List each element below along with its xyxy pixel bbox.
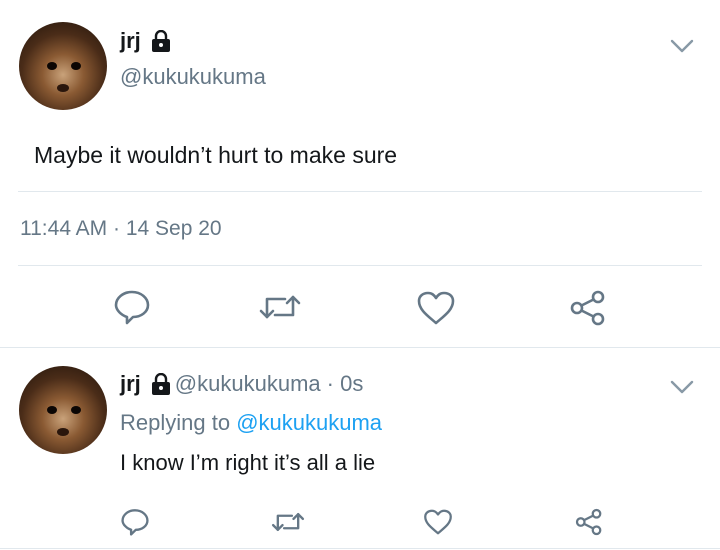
user-handle: @kukukukuma: [174, 371, 321, 396]
retweet-button[interactable]: [257, 291, 303, 323]
retweet-button[interactable]: [270, 509, 306, 535]
reply-button[interactable]: [120, 508, 150, 536]
avatar-eye-left: [47, 62, 57, 70]
display-name: jrj: [120, 28, 141, 53]
divider: [18, 191, 702, 192]
reply-author[interactable]: jrj @kukukukuma · 0s: [120, 371, 363, 397]
comment-icon: [113, 289, 151, 325]
time-ago: · 0s: [326, 371, 364, 396]
heart-icon: [416, 290, 456, 326]
avatar[interactable]: [19, 366, 107, 454]
user-handle[interactable]: @kukukukuma: [120, 64, 266, 90]
share-button[interactable]: [568, 289, 608, 327]
replying-to: Replying to @kukukukuma: [120, 410, 382, 436]
like-button[interactable]: [416, 290, 456, 326]
retweet-icon: [270, 509, 306, 535]
avatar-eye-right: [71, 406, 81, 414]
tweet-timestamp[interactable]: 11:44 AM · 14 Sep 20: [20, 217, 222, 241]
like-button[interactable]: [423, 508, 453, 536]
chevron-down-icon[interactable]: [670, 38, 694, 54]
avatar-eye-left: [47, 406, 57, 414]
reply-text: I know I’m right it’s all a lie: [120, 450, 376, 475]
avatar[interactable]: [19, 22, 107, 110]
heart-icon: [423, 508, 453, 536]
tweet-text: Maybe it wouldn’t hurt to make sure: [34, 142, 398, 168]
replying-handle-link[interactable]: @kukukukuma: [236, 410, 382, 435]
reply-button[interactable]: [113, 289, 151, 325]
lock-icon: [151, 373, 171, 395]
lock-icon: [151, 30, 171, 52]
comment-icon: [120, 508, 150, 536]
divider: [0, 347, 720, 348]
avatar-nose: [57, 428, 69, 436]
avatar-eye-right: [71, 62, 81, 70]
tweet-author[interactable]: jrj: [120, 28, 171, 54]
avatar-nose: [57, 84, 69, 92]
retweet-icon: [257, 291, 303, 323]
replying-prefix: Replying to: [120, 410, 231, 435]
chevron-down-icon[interactable]: [670, 379, 694, 395]
share-button[interactable]: [574, 507, 604, 537]
share-icon: [568, 289, 608, 327]
divider: [18, 265, 702, 266]
display-name: jrj: [120, 371, 141, 396]
share-icon: [574, 507, 604, 537]
divider: [0, 548, 720, 549]
